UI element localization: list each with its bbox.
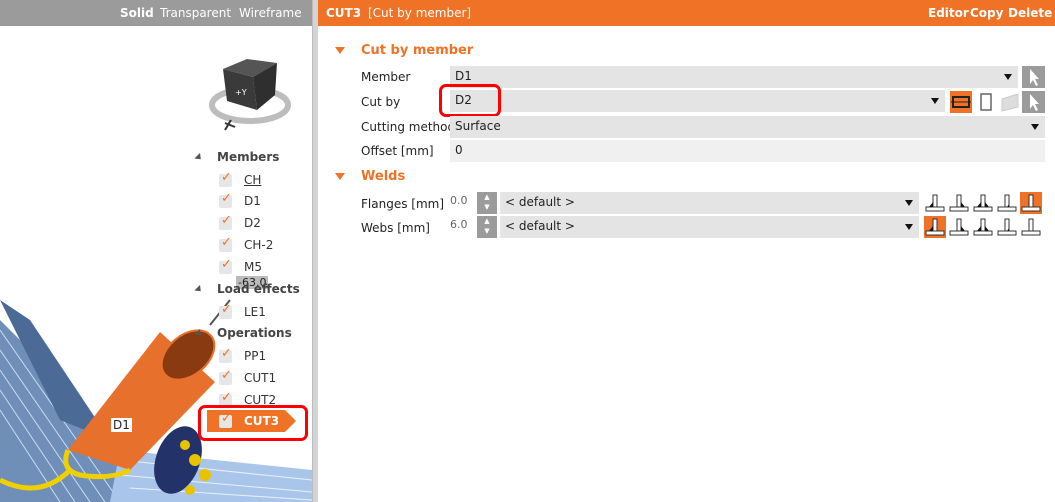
- flanges-weld-none-button[interactable]: [1020, 192, 1042, 214]
- tree-item-cut1[interactable]: CUT1: [244, 371, 276, 385]
- svg-text:+Y: +Y: [235, 88, 247, 97]
- view-mode-bar: Solid Transparent Wireframe: [0, 0, 312, 26]
- checkbox[interactable]: [219, 170, 232, 187]
- chevron-down-icon: [905, 224, 913, 230]
- weld-both-icon: [973, 218, 993, 236]
- weld-none-icon: [1021, 194, 1041, 212]
- highlight-box: [439, 84, 501, 117]
- checkbox[interactable]: [219, 213, 232, 230]
- tree-item-pp1[interactable]: PP1: [244, 349, 266, 363]
- member-label-d1: D1: [111, 418, 132, 432]
- tree-group-load-effects[interactable]: Load effects: [217, 282, 300, 296]
- copy-button[interactable]: Copy: [970, 6, 1003, 20]
- pick-member-button[interactable]: [1022, 66, 1045, 88]
- delete-button[interactable]: Delete: [1008, 6, 1052, 20]
- view-cube-icon[interactable]: +Y: [205, 55, 297, 135]
- checkbox[interactable]: [219, 191, 232, 208]
- highlight-box: [198, 405, 308, 441]
- weld-right-icon: [949, 218, 969, 236]
- weld-small-icon: [997, 194, 1017, 212]
- weld-right-icon: [949, 194, 969, 212]
- operation-type: [Cut by member]: [368, 6, 472, 20]
- tree-item-m5[interactable]: M5: [244, 260, 262, 274]
- flanges-label: Flanges [mm]: [361, 197, 445, 211]
- offset-value: 0: [455, 143, 463, 157]
- tree-item-ch-2[interactable]: CH-2: [244, 238, 273, 252]
- webs-weld-none-button[interactable]: [1020, 216, 1042, 238]
- tree-item-d2[interactable]: D2: [244, 216, 261, 230]
- section-outline-icon: [980, 93, 992, 111]
- chevron-down-icon: [931, 98, 939, 104]
- checkbox[interactable]: [219, 368, 232, 385]
- collapse-welds-section-icon[interactable]: [335, 173, 345, 180]
- tree-item-ch[interactable]: CH: [244, 173, 261, 187]
- member-value: D1: [455, 69, 472, 83]
- tree-item-le1[interactable]: LE1: [244, 305, 266, 319]
- checkbox[interactable]: [219, 257, 232, 274]
- chevron-down-icon: [1031, 124, 1039, 130]
- section-title-welds: Welds: [361, 169, 406, 184]
- flanges-spinner[interactable]: ▲ ▼: [477, 192, 497, 214]
- checkbox[interactable]: [219, 235, 232, 252]
- editor-button[interactable]: Editor: [928, 6, 969, 20]
- plane-grid-icon: [1001, 93, 1019, 112]
- member-select[interactable]: D1: [450, 66, 1018, 88]
- cut-mode-plane-button[interactable]: [999, 91, 1021, 113]
- cut-mode-section-button[interactable]: [975, 91, 997, 113]
- chevron-down-icon: [905, 200, 913, 206]
- weld-small-icon: [997, 218, 1017, 236]
- weld-none-icon: [1021, 218, 1041, 236]
- view-mode-wireframe[interactable]: Wireframe: [239, 6, 302, 20]
- flanges-weld-both-button[interactable]: [972, 192, 994, 214]
- webs-weld-type-select[interactable]: < default >: [500, 216, 919, 238]
- webs-label: Webs [mm]: [361, 221, 430, 235]
- flanges-weld-small-button[interactable]: [996, 192, 1018, 214]
- cursor-icon: [1030, 69, 1039, 86]
- webs-weld-left-button[interactable]: [924, 216, 946, 238]
- webs-weld-both-button[interactable]: [972, 216, 994, 238]
- webs-spinner[interactable]: ▲ ▼: [477, 216, 497, 238]
- cutting-method-select[interactable]: Surface: [450, 116, 1045, 138]
- flanges-weld-left-button[interactable]: [924, 192, 946, 214]
- flanges-weld-type-value: < default >: [505, 195, 575, 209]
- webs-weld-small-button[interactable]: [996, 216, 1018, 238]
- tree-group-members[interactable]: Members: [217, 150, 279, 164]
- cursor-icon: [1030, 94, 1039, 111]
- webs-weld-right-button[interactable]: [948, 216, 970, 238]
- properties-panel: CUT3 [Cut by member] Editor Copy Delete …: [318, 0, 1055, 502]
- pick-cut-by-button[interactable]: [1022, 91, 1045, 113]
- cut-by-label: Cut by: [361, 95, 401, 109]
- offset-input[interactable]: 0: [450, 140, 1045, 162]
- webs-thickness[interactable]: 6.0: [450, 218, 468, 231]
- offset-label: Offset [mm]: [361, 144, 434, 158]
- flanges-weld-right-button[interactable]: [948, 192, 970, 214]
- checkbox[interactable]: [219, 346, 232, 363]
- bearing-member-icon: [951, 96, 971, 108]
- collapse-cut-section-icon[interactable]: [335, 47, 345, 54]
- section-title-cut: Cut by member: [361, 43, 474, 58]
- weld-left-icon: [925, 218, 945, 236]
- flanges-weld-type-select[interactable]: < default >: [500, 192, 919, 214]
- checkbox[interactable]: [219, 302, 232, 319]
- properties-header: CUT3 [Cut by member] Editor Copy Delete: [318, 0, 1055, 26]
- tree-group-operations[interactable]: Operations: [217, 326, 292, 340]
- tree-item-d1[interactable]: D1: [244, 194, 261, 208]
- chevron-down-icon: [1004, 74, 1012, 80]
- webs-weld-type-value: < default >: [505, 219, 575, 233]
- view-mode-solid[interactable]: Solid: [120, 6, 154, 20]
- cutting-method-label: Cutting method: [361, 120, 456, 134]
- cut-by-select[interactable]: D2: [450, 90, 945, 112]
- view-mode-transparent[interactable]: Transparent: [160, 6, 231, 20]
- weld-both-icon: [973, 194, 993, 212]
- weld-left-icon: [925, 194, 945, 212]
- cut-mode-bearing-button[interactable]: [950, 91, 972, 113]
- flanges-thickness[interactable]: 0.0: [450, 194, 468, 207]
- 3d-view-panel[interactable]: Solid Transparent Wireframe +Y -63.0 D1 …: [0, 0, 312, 502]
- cutting-method-value: Surface: [455, 119, 501, 133]
- member-label: Member: [361, 70, 411, 84]
- operation-name: CUT3: [326, 6, 362, 20]
